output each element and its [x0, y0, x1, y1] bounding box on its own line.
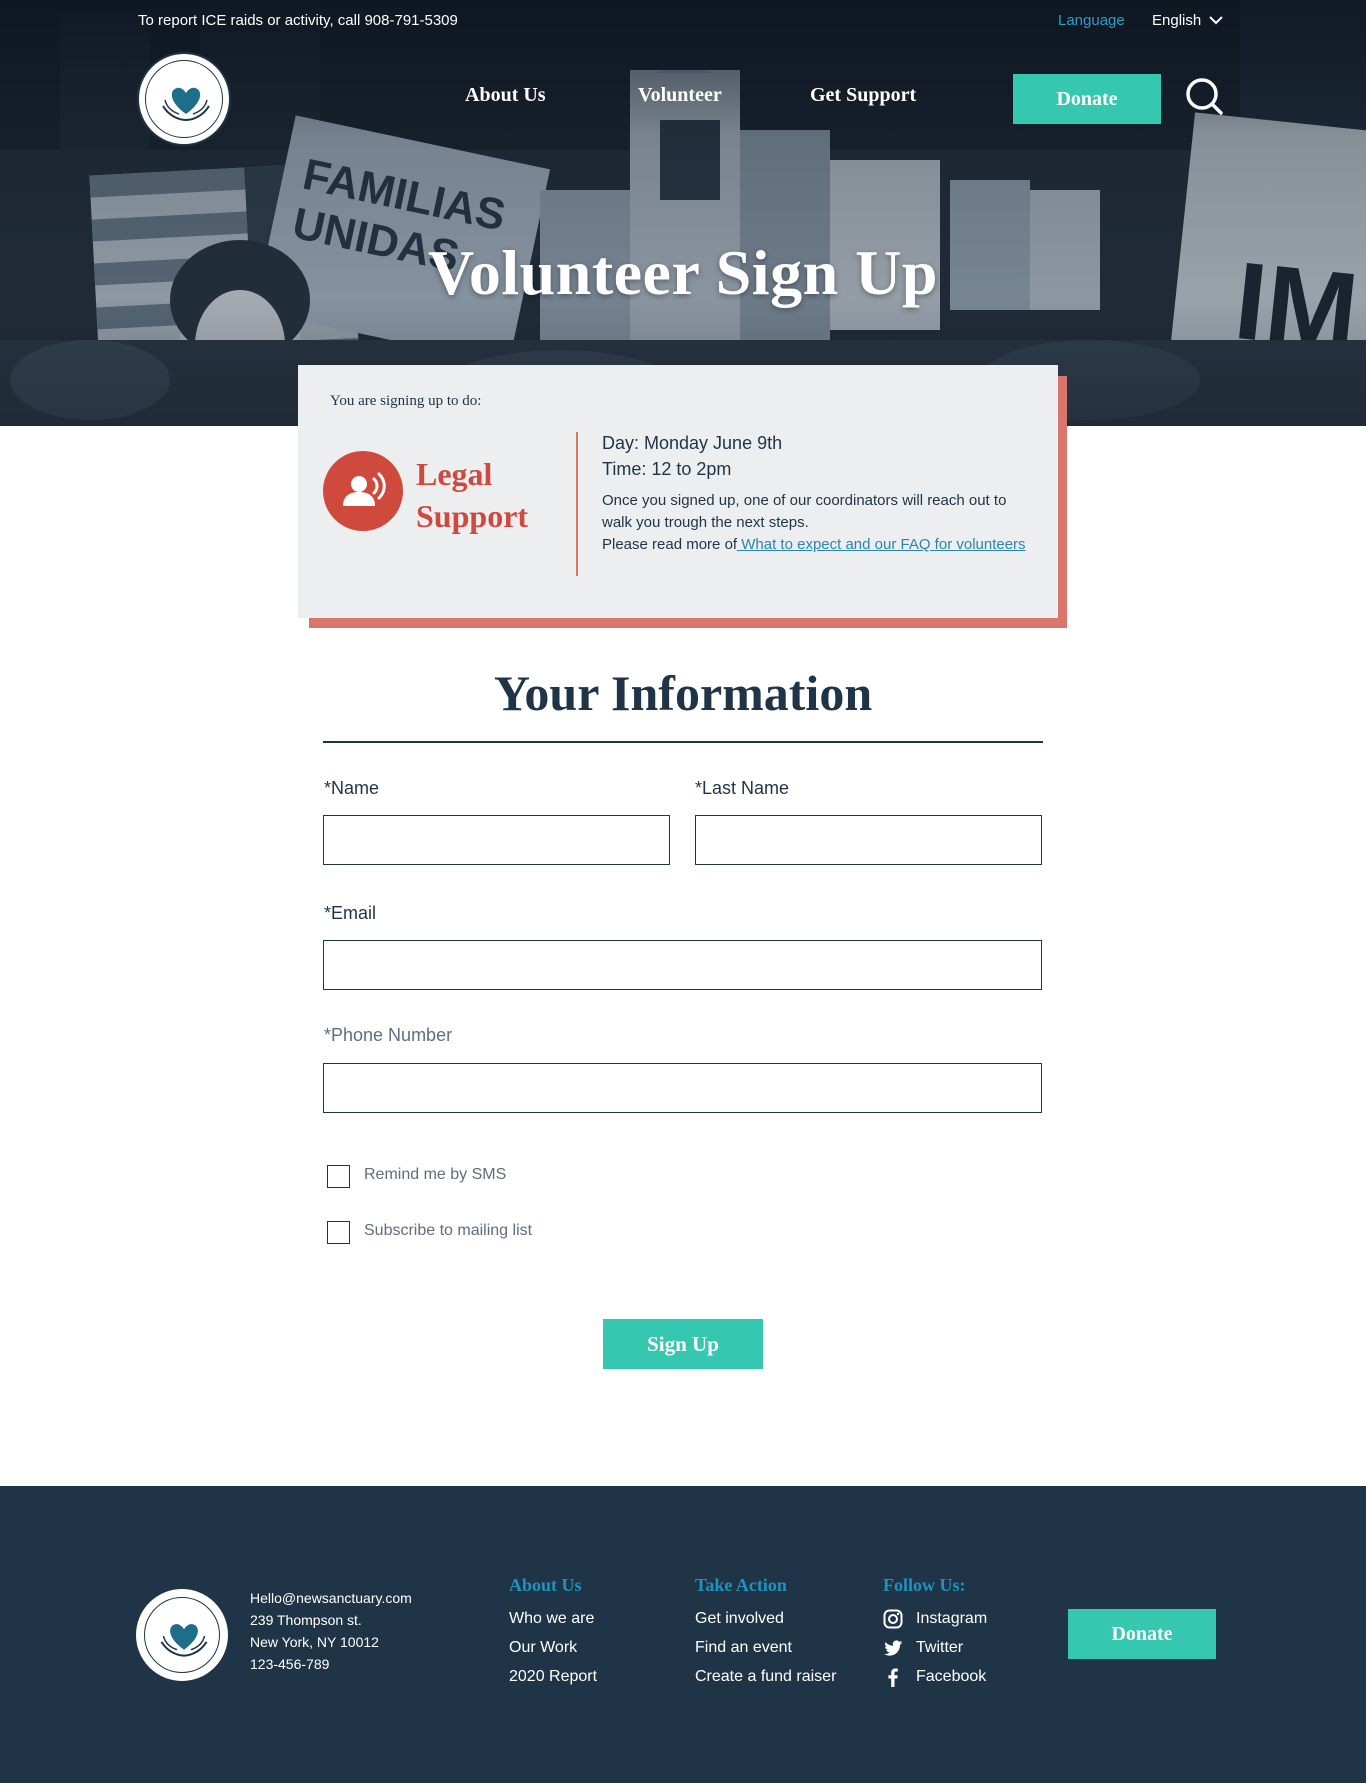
site-logo[interactable]	[137, 52, 231, 146]
footer-link-2020-report[interactable]: 2020 Report	[509, 1662, 597, 1691]
phone-field[interactable]	[323, 1063, 1042, 1113]
contact-address-line2: New York, NY 10012	[250, 1634, 379, 1650]
shift-day: Day: Monday June 9th	[602, 433, 783, 453]
shift-time: Time: 12 to 2pm	[602, 459, 732, 479]
last-name-field[interactable]	[695, 815, 1042, 865]
donate-button[interactable]: Donate	[1013, 74, 1161, 124]
footer-link-find-event[interactable]: Find an event	[695, 1633, 836, 1662]
language-selector[interactable]: English	[1152, 12, 1223, 29]
name-field[interactable]	[323, 815, 670, 865]
contact-email[interactable]: Hello@newsanctuary.com	[250, 1587, 412, 1609]
footer-contact: Hello@newsanctuary.com 239 Thompson st. …	[250, 1587, 412, 1675]
facebook-icon	[888, 1668, 898, 1687]
role-name: Legal Support	[416, 456, 529, 534]
footer-action-column: Take Action Get involved Find an event C…	[695, 1575, 836, 1691]
facebook-label: Facebook	[916, 1668, 987, 1685]
faq-link[interactable]: What to expect and our FAQ for volunteer…	[737, 536, 1025, 553]
card-intro: You are signing up to do:	[330, 393, 482, 409]
name-label: *Name	[324, 778, 380, 798]
footer-follow-heading: Follow Us:	[883, 1575, 966, 1595]
speaking-person-icon	[343, 472, 386, 506]
ice-report-hotline: To report ICE raids or activity, call 90…	[138, 12, 458, 29]
heart-hands-icon	[160, 1624, 208, 1657]
email-field[interactable]	[323, 940, 1042, 990]
twitter-icon	[884, 1639, 902, 1656]
language-value: English	[1152, 12, 1202, 29]
instagram-icon	[883, 1609, 903, 1628]
search-icon[interactable]	[1184, 76, 1224, 116]
role-icon	[323, 451, 403, 531]
twitter-label: Twitter	[916, 1639, 964, 1656]
phone-label: *Phone Number	[324, 1025, 453, 1045]
footer-link-fund-raiser[interactable]: Create a fund raiser	[695, 1662, 836, 1691]
contact-phone: 123-456-789	[250, 1656, 330, 1672]
footer-link-our-work[interactable]: Our Work	[509, 1633, 597, 1662]
footer-follow-column: Follow Us: Instagram Twitter Facebook	[883, 1575, 987, 1691]
form-title: Your Information	[493, 665, 873, 721]
active-nav-indicator	[657, 70, 711, 73]
footer-link-twitter[interactable]: Twitter	[883, 1633, 987, 1662]
footer-logo[interactable]	[136, 1589, 228, 1681]
footer-about-heading: About Us	[509, 1575, 582, 1595]
sms-reminder-option[interactable]: Remind me by SMS	[327, 1161, 506, 1188]
instagram-label: Instagram	[916, 1610, 988, 1627]
email-label: *Email	[324, 903, 377, 923]
nav-get-support[interactable]: Get Support	[810, 84, 916, 107]
heart-hands-icon	[162, 87, 210, 122]
sign-up-button[interactable]: Sign Up	[603, 1319, 763, 1369]
page-title: Volunteer Sign Up	[428, 237, 938, 308]
coordinator-note: Once you signed up, one of our coordinat…	[602, 492, 1007, 531]
nav-about-us[interactable]: About Us	[465, 84, 546, 107]
hero-banner: FAMILIAS UNIDAS IM To report ICE raids o…	[0, 0, 1366, 426]
chevron-down-icon	[1209, 16, 1223, 25]
card-details: Day: Monday June 9th Time: 12 to 2pm Onc…	[602, 430, 1032, 556]
site-footer: Hello@newsanctuary.com 239 Thompson st. …	[0, 1486, 1366, 1783]
language-label: Language	[1058, 12, 1125, 29]
mailing-list-checkbox[interactable]	[327, 1221, 350, 1244]
footer-link-get-involved[interactable]: Get involved	[695, 1604, 836, 1633]
last-name-label: *Last Name	[695, 778, 790, 798]
card-divider	[576, 432, 578, 576]
footer-action-heading: Take Action	[695, 1575, 787, 1595]
sms-reminder-label: Remind me by SMS	[364, 1165, 507, 1183]
footer-about-column: About Us Who we are Our Work 2020 Report	[509, 1575, 597, 1691]
mailing-list-option[interactable]: Subscribe to mailing list	[327, 1217, 532, 1244]
footer-link-who-we-are[interactable]: Who we are	[509, 1604, 597, 1633]
footer-link-facebook[interactable]: Facebook	[883, 1662, 987, 1691]
form-title-divider	[323, 741, 1043, 743]
sms-reminder-checkbox[interactable]	[327, 1165, 350, 1188]
footer-link-instagram[interactable]: Instagram	[883, 1604, 987, 1633]
read-more-prefix: Please read more of	[602, 536, 738, 553]
signup-summary-card: You are signing up to do: Legal Support …	[298, 365, 1058, 618]
footer-donate-button[interactable]: Donate	[1068, 1609, 1216, 1659]
mailing-list-label: Subscribe to mailing list	[364, 1221, 533, 1239]
contact-address-line1: 239 Thompson st.	[250, 1612, 362, 1628]
nav-volunteer[interactable]: Volunteer	[638, 84, 722, 107]
card-note: Once you signed up, one of our coordinat…	[602, 490, 1032, 556]
